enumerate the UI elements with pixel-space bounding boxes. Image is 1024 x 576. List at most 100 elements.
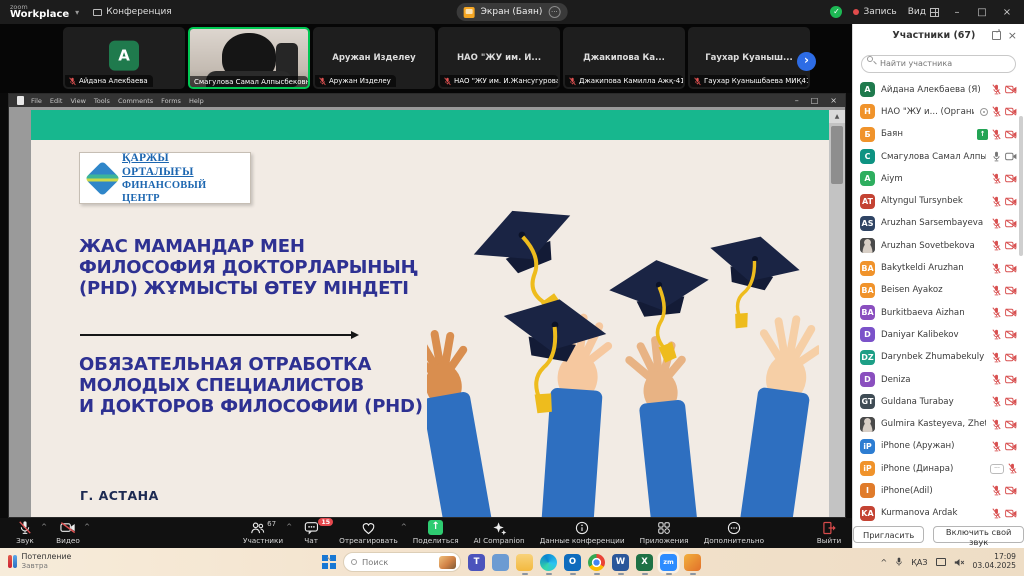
network-display-icon[interactable] xyxy=(936,558,946,566)
muted-mic-icon xyxy=(992,218,1001,229)
video-tile[interactable]: НАО "ЖУ им. И... НАО "ЖУ им. И.Жансугуро… xyxy=(438,27,560,89)
video-tile[interactable]: Джакипова Ка... Джакипова Камилла Ажқ-41… xyxy=(563,27,685,89)
participant-row[interactable]: A Aiym xyxy=(860,168,1017,190)
participant-row[interactable]: I iPhone(Adil) xyxy=(860,480,1017,502)
participant-row[interactable]: Н НАО "ЖУ и... (Организатор) xyxy=(860,101,1017,123)
more-options-icon[interactable]: ··· xyxy=(990,464,1004,474)
more-button[interactable]: Дополнительно xyxy=(704,520,765,545)
participants-scrollbar[interactable] xyxy=(1019,116,1023,256)
chevron-down-icon[interactable]: ▾ xyxy=(75,8,79,17)
taskbar-app-icon[interactable] xyxy=(516,554,533,571)
react-button[interactable]: ^ Отреагировать xyxy=(339,520,398,545)
participant-row[interactable]: Aruzhan Sovetbekova xyxy=(860,235,1017,257)
pdf-close-button[interactable]: × xyxy=(830,94,837,107)
video-options-chevron[interactable]: ^ xyxy=(84,523,90,531)
menu-item[interactable]: Edit xyxy=(50,97,63,105)
taskbar-app-icon[interactable] xyxy=(588,554,605,571)
hidden-icons-chevron[interactable]: ^ xyxy=(881,558,888,567)
taskbar-app-icon[interactable]: X xyxy=(636,554,653,571)
leave-meeting-button[interactable]: Выйти xyxy=(816,520,842,545)
participant-row[interactable]: Gulmira Kasteyeva, Zhetysu Uni... xyxy=(860,413,1017,435)
invite-button[interactable]: Пригласить xyxy=(853,526,924,543)
avatar-initials: iP xyxy=(863,464,872,473)
menu-item[interactable]: Comments xyxy=(118,97,153,105)
search-input[interactable] xyxy=(861,55,1016,73)
clock[interactable]: 17:09 03.04.2025 xyxy=(973,553,1016,570)
menu-item[interactable]: Forms xyxy=(161,97,181,105)
minimize-button[interactable]: – xyxy=(950,7,964,18)
menu-item[interactable]: Tools xyxy=(94,97,110,105)
participant-row[interactable]: BA Beisen Ayakoz xyxy=(860,279,1017,301)
maximize-button[interactable]: □ xyxy=(975,7,989,18)
video-tile[interactable]: Смагулова Самал Алпысбековна xyxy=(188,27,310,89)
popout-icon[interactable] xyxy=(992,31,1001,40)
menu-item[interactable]: View xyxy=(70,97,85,105)
muted-mic-icon xyxy=(992,106,1001,117)
video-tile[interactable]: Аружан Изделеу Аружан Изделеу xyxy=(313,27,435,89)
pdf-maximize-button[interactable]: □ xyxy=(811,94,819,107)
view-button[interactable]: Вид xyxy=(908,7,939,17)
security-shield-icon[interactable]: ✓ xyxy=(830,6,842,18)
tab-conference[interactable]: Конференция xyxy=(93,7,172,17)
video-tile[interactable]: A Айдана Алекбаева xyxy=(63,27,185,89)
participant-row[interactable]: D Daniyar Kalibekov xyxy=(860,324,1017,346)
video-tile[interactable]: Гаухар Куаныш... Гаухар Куанышбаева МИҚ4… xyxy=(688,27,810,89)
scrollbar-thumb[interactable] xyxy=(831,126,843,184)
pdf-scrollbar[interactable]: ▲ xyxy=(829,110,845,517)
participant-row[interactable]: BA Bakytkeldi Aruzhan xyxy=(860,257,1017,279)
share-screen-button[interactable]: ↑ Поделиться xyxy=(413,520,459,545)
participant-name: Аружан Изделеу xyxy=(329,77,391,85)
speaker-muted-icon[interactable] xyxy=(954,558,965,567)
video-off-icon xyxy=(1005,241,1017,250)
taskbar-app-icon[interactable]: W xyxy=(612,554,629,571)
next-page-videos-button[interactable]: › xyxy=(797,52,816,71)
zoom-meeting-window: zoom Workplace ▾ Конференция Экран (Баян… xyxy=(0,0,1024,576)
menu-item[interactable]: Help xyxy=(189,97,204,105)
pdf-minimize-button[interactable]: – xyxy=(795,94,799,107)
audio-button[interactable]: ^ Звук xyxy=(12,520,38,545)
participant-row[interactable]: iP iPhone (Динара) ··· xyxy=(860,458,1017,480)
audio-options-chevron[interactable]: ^ xyxy=(41,523,47,531)
logo-diamond-icon xyxy=(85,160,120,195)
scroll-up-icon[interactable]: ▲ xyxy=(829,110,845,123)
taskbar-search[interactable]: Поиск xyxy=(343,552,461,572)
participant-row[interactable]: Б Баян ↑ xyxy=(860,123,1017,145)
participant-row[interactable]: С Смагулова Самал Алпысбеко... xyxy=(860,145,1017,167)
avatar: D xyxy=(860,372,875,387)
participants-panel-title: Участники (67) xyxy=(860,30,992,41)
shared-screen-icon xyxy=(464,7,475,18)
avatar: D xyxy=(860,327,875,342)
share-options-icon[interactable]: ··· xyxy=(548,6,560,18)
participant-row[interactable]: D Deniza xyxy=(860,368,1017,390)
screen-share-status-pill[interactable]: Экран (Баян) ··· xyxy=(457,3,568,21)
taskbar-app-icon[interactable]: O xyxy=(564,554,581,571)
participant-row[interactable]: AS Aruzhan Sarsembayeva xyxy=(860,212,1017,234)
meeting-info-button[interactable]: Данные конференции xyxy=(540,520,625,545)
participant-row[interactable]: GT Guldana Turabay xyxy=(860,391,1017,413)
taskbar-app-icon[interactable]: zm xyxy=(660,554,677,571)
participants-chevron[interactable]: ^ xyxy=(286,523,292,531)
participant-row[interactable]: А Айдана Алекбаева (Я) xyxy=(860,79,1017,101)
thermometer-icon xyxy=(8,555,17,568)
taskbar-app-icon[interactable] xyxy=(684,554,701,571)
apps-button[interactable]: Приложения xyxy=(640,520,689,545)
taskbar-app-icon[interactable]: T xyxy=(468,554,485,571)
participant-row[interactable]: AT Altyngul Tursynbek xyxy=(860,190,1017,212)
participant-row[interactable]: DZ Darynbek Zhumabekuly xyxy=(860,346,1017,368)
taskbar-app-icon[interactable] xyxy=(492,554,509,571)
unmute-self-button[interactable]: Включить свой звук xyxy=(933,526,1024,543)
video-button[interactable]: ^ Видео xyxy=(55,520,81,545)
participant-row[interactable]: iP iPhone (Аружан) xyxy=(860,435,1017,457)
participants-button[interactable]: 67 ^ Участники xyxy=(243,520,283,545)
participant-row[interactable]: BA Burkitbaeva Aizhan xyxy=(860,301,1017,323)
weather-widget[interactable]: Потепление Завтра xyxy=(8,553,71,570)
tray-mic-icon[interactable] xyxy=(895,557,903,567)
language-indicator[interactable]: ҚАЗ xyxy=(911,558,927,567)
chat-button[interactable]: 15 Чат xyxy=(298,520,324,545)
panel-close-icon[interactable]: × xyxy=(1008,30,1017,41)
menu-item[interactable]: File xyxy=(31,97,42,105)
ai-companion-button[interactable]: AI Companion xyxy=(474,520,525,545)
taskbar-app-icon[interactable] xyxy=(540,554,557,571)
react-chevron[interactable]: ^ xyxy=(401,523,407,531)
close-button[interactable]: × xyxy=(1000,7,1014,18)
